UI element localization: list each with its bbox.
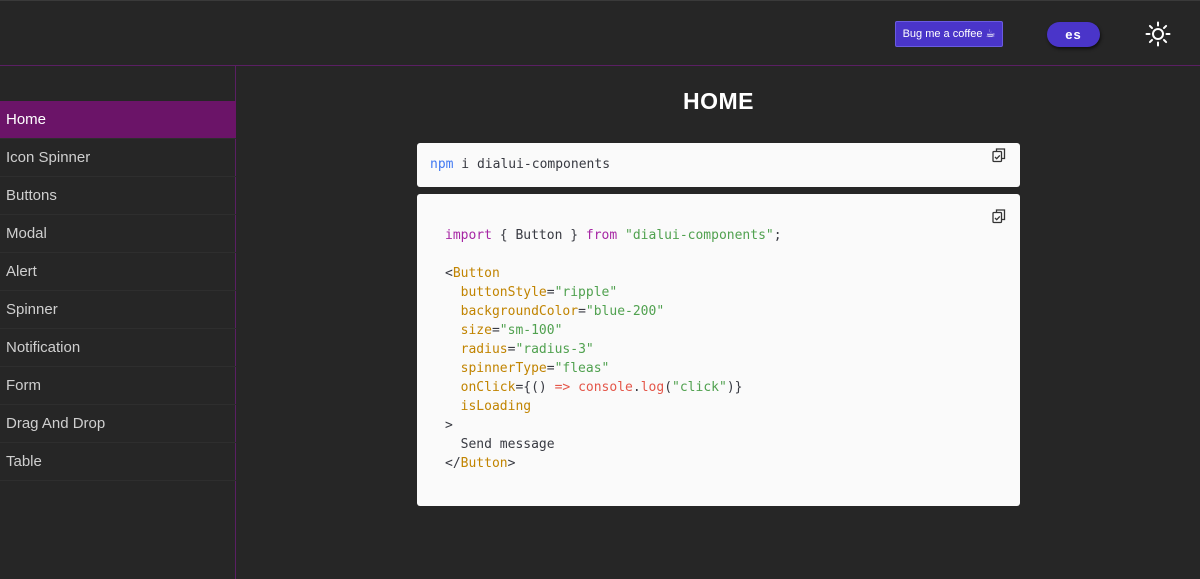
- install-code-block: npm i dialui-components: [417, 143, 1020, 187]
- prop-name: backgroundColor: [460, 304, 579, 319]
- buy-coffee-button[interactable]: Bug me a coffee ☕: [895, 21, 1003, 47]
- sidebar-item-modal[interactable]: Modal: [0, 215, 236, 253]
- paren-open: (: [664, 380, 673, 395]
- import-source: "dialui-components": [625, 228, 774, 243]
- code-line-prop: buttonStyle="ripple": [460, 285, 618, 300]
- code-line-prop: backgroundColor="blue-200": [460, 304, 665, 319]
- code-line-open-tag: <Button: [445, 266, 500, 281]
- sidebar: Home Icon Spinner Buttons Modal Alert Sp…: [0, 66, 236, 579]
- sidebar-item-notification[interactable]: Notification: [0, 329, 236, 367]
- dot-operator: .: [632, 380, 641, 395]
- install-command: npm i dialui-components: [430, 157, 610, 172]
- top-bar: Bug me a coffee ☕ es: [0, 0, 1200, 66]
- console-object: console: [570, 380, 633, 395]
- import-keyword: import: [445, 228, 492, 243]
- code-line-onclick: onClick={() => console.log("click")}: [460, 380, 743, 395]
- from-keyword: from: [585, 228, 618, 243]
- sidebar-item-drag-and-drop[interactable]: Drag And Drop: [0, 405, 236, 443]
- log-argument: "click": [672, 380, 727, 395]
- code-line-children: Send message: [445, 435, 782, 454]
- onclick-close: )}: [726, 380, 743, 395]
- prop-value: "radius-3": [515, 342, 594, 357]
- prop-name: buttonStyle: [460, 285, 547, 300]
- copy-icon[interactable]: [991, 147, 1007, 163]
- sidebar-item-spinner[interactable]: Spinner: [0, 291, 236, 329]
- code-lines: import { Button } from "dialui-component…: [445, 226, 782, 473]
- prop-value: "fleas": [554, 361, 610, 376]
- flag-prop-name: isLoading: [460, 399, 532, 414]
- prop-name: spinnerType: [460, 361, 547, 376]
- code-line-close-tag: </Button>: [445, 456, 516, 471]
- install-args: i dialui-components: [453, 157, 611, 172]
- code-line-prop: size="sm-100": [460, 323, 563, 338]
- code-line-close-bracket: >: [445, 418, 453, 433]
- arrow-operator: =>: [554, 380, 571, 395]
- prop-name: size: [460, 323, 492, 338]
- code-line-prop: radius="radius-3": [460, 342, 594, 357]
- sidebar-item-table[interactable]: Table: [0, 443, 236, 481]
- code-line-flag: isLoading: [445, 397, 782, 416]
- open-tag-name: Button: [452, 266, 500, 281]
- sun-icon[interactable]: [1145, 21, 1171, 47]
- sidebar-item-form[interactable]: Form: [0, 367, 236, 405]
- sidebar-item-buttons[interactable]: Buttons: [0, 177, 236, 215]
- code-line-import: import { Button } from "dialui-component…: [445, 226, 782, 245]
- prop-value: "sm-100": [499, 323, 563, 338]
- sidebar-item-home[interactable]: Home: [0, 101, 236, 139]
- sidebar-item-alert[interactable]: Alert: [0, 253, 236, 291]
- copy-icon[interactable]: [991, 208, 1007, 224]
- import-specifiers: { Button }: [491, 228, 586, 243]
- log-method: log: [640, 380, 665, 395]
- onclick-open: {(): [523, 380, 555, 395]
- close-tag-name: Button: [460, 456, 508, 471]
- sidebar-nav: Home Icon Spinner Buttons Modal Alert Sp…: [0, 101, 236, 481]
- code-line-prop: spinnerType="fleas": [460, 361, 610, 376]
- onclick-prop-name: onClick: [460, 380, 516, 395]
- usage-code-block: import { Button } from "dialui-component…: [417, 194, 1020, 506]
- children-text: Send message: [460, 437, 555, 452]
- sidebar-item-icon-spinner[interactable]: Icon Spinner: [0, 139, 236, 177]
- prop-value: "ripple": [554, 285, 618, 300]
- import-semicolon: ;: [773, 228, 782, 243]
- prop-value: "blue-200": [585, 304, 665, 319]
- npm-keyword: npm: [430, 157, 454, 172]
- language-toggle-button[interactable]: es: [1047, 22, 1100, 47]
- page-title: HOME: [683, 88, 754, 114]
- prop-name: radius: [460, 342, 508, 357]
